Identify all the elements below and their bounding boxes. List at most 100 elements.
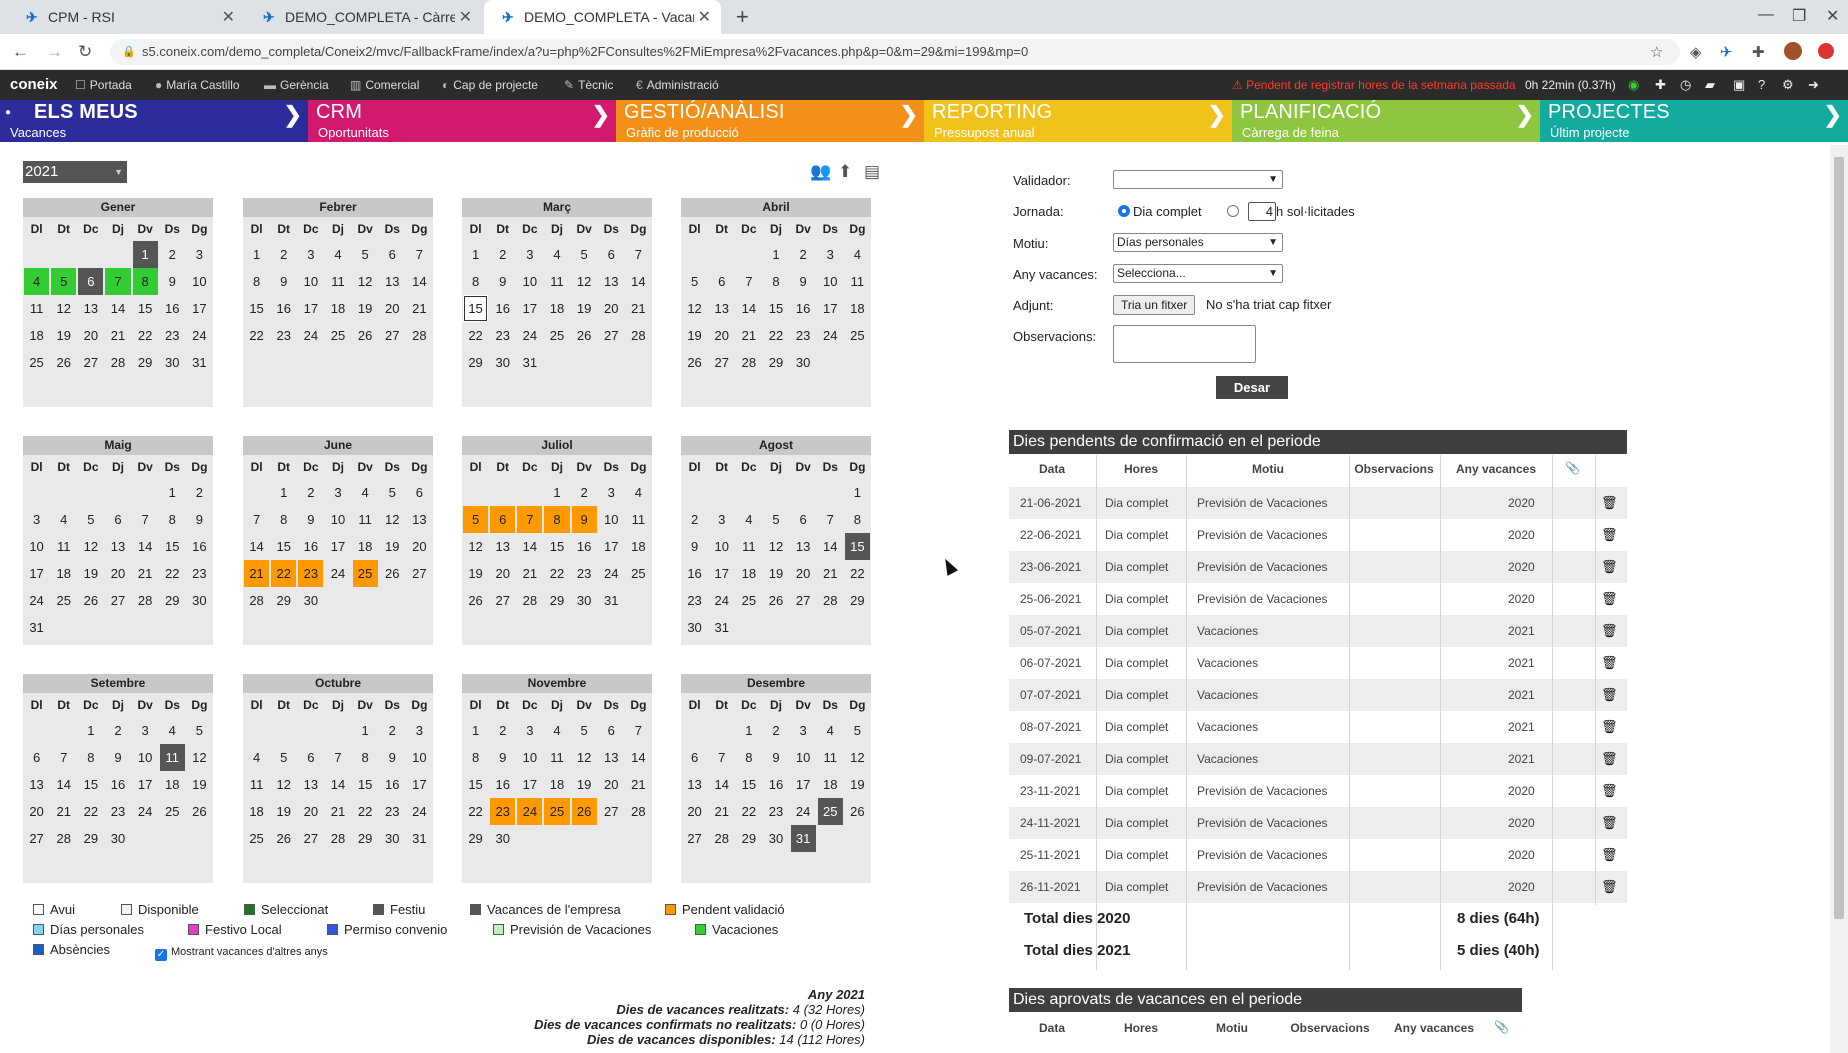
calendar-day[interactable]: 17: [599, 533, 624, 560]
table-row[interactable]: 24-11-2021 Dia complet Previsión de Vacaci…: [1009, 807, 1627, 839]
status-circle-icon[interactable]: ◉: [1628, 77, 1639, 93]
browser-tab-active[interactable]: ✈ DEMO_COMPLETA - Vacan ✕: [484, 0, 721, 34]
calendar-day[interactable]: 17: [187, 295, 212, 322]
delete-trash-icon[interactable]: 🗑: [1601, 751, 1618, 767]
calendar-day[interactable]: 16: [572, 533, 597, 560]
calendar-day[interactable]: 4: [24, 268, 50, 295]
delete-trash-icon[interactable]: 🗑: [1601, 815, 1618, 831]
calendar-day[interactable]: 9: [271, 268, 296, 295]
calendar-day[interactable]: 21: [818, 560, 843, 587]
calendar-day[interactable]: 14: [105, 295, 130, 322]
calendar-day[interactable]: 4: [160, 717, 185, 744]
calendar-day[interactable]: 19: [845, 771, 870, 798]
calendar-day[interactable]: 10: [599, 506, 624, 533]
calendar-day[interactable]: 3: [133, 717, 158, 744]
calendar-day[interactable]: 1: [271, 479, 296, 506]
radio-selected[interactable]: [1118, 205, 1130, 217]
calendar-day[interactable]: 24: [325, 560, 350, 587]
calendar-day[interactable]: 2: [380, 717, 405, 744]
calendar-day[interactable]: 21: [325, 798, 350, 825]
calendar-day[interactable]: 18: [544, 771, 569, 798]
calendar-day[interactable]: 27: [298, 825, 323, 852]
calendar-day[interactable]: 17: [325, 533, 350, 560]
calendar-day[interactable]: 23: [763, 798, 788, 825]
calendar-day[interactable]: 1: [763, 241, 788, 268]
settings-gear-icon[interactable]: ⚙: [1782, 77, 1794, 93]
calendar-day[interactable]: 20: [490, 560, 515, 587]
calendar-day[interactable]: 25: [24, 349, 49, 376]
calendar-day[interactable]: 18: [736, 560, 761, 587]
calendar-day[interactable]: 10: [298, 268, 323, 295]
calendar-day[interactable]: 26: [353, 322, 378, 349]
calendar-day[interactable]: 3: [599, 479, 624, 506]
full-day-radio[interactable]: Dia complet: [1118, 204, 1202, 219]
calendar-day[interactable]: 26: [682, 349, 707, 376]
calendar-day[interactable]: 8: [736, 744, 761, 771]
calendar-day[interactable]: 13: [599, 744, 624, 771]
calendar-day[interactable]: 17: [517, 771, 542, 798]
calendar-day[interactable]: 24: [187, 322, 212, 349]
calendar-day[interactable]: 19: [463, 560, 488, 587]
calendar-day[interactable]: 19: [763, 560, 788, 587]
calendar-day[interactable]: 28: [105, 349, 130, 376]
column-header[interactable]: Motiu: [1188, 462, 1348, 476]
calendar-day[interactable]: 4: [818, 717, 843, 744]
table-row[interactable]: 06-07-2021 Dia complet Vacaciones 2021: [1009, 647, 1627, 679]
calendar-day[interactable]: 14: [244, 533, 269, 560]
calendar-day[interactable]: 5: [271, 744, 296, 771]
calendar-day[interactable]: 12: [353, 268, 378, 295]
calendar-day[interactable]: 24: [517, 322, 542, 349]
calendar-day[interactable]: 6: [490, 506, 516, 533]
calendar-day[interactable]: 3: [517, 241, 542, 268]
delete-trash-icon[interactable]: 🗑: [1601, 623, 1618, 639]
calendar-day[interactable]: 13: [682, 771, 707, 798]
calendar-day[interactable]: 1: [845, 479, 870, 506]
calendar-day[interactable]: 11: [353, 506, 378, 533]
calendar-day[interactable]: 13: [105, 533, 130, 560]
calendar-day[interactable]: 18: [818, 771, 843, 798]
calendar-day[interactable]: 21: [517, 560, 542, 587]
calendar-day[interactable]: 26: [463, 587, 488, 614]
calendar-day[interactable]: 3: [709, 506, 734, 533]
calendar-day[interactable]: 27: [24, 825, 49, 852]
calendar-day[interactable]: 2: [160, 241, 185, 268]
motiu-select[interactable]: Días personales ▼: [1113, 233, 1283, 252]
calendar-day[interactable]: 27: [599, 798, 624, 825]
calendar-day[interactable]: 4: [244, 744, 269, 771]
calendar-day[interactable]: 11: [244, 771, 269, 798]
module-subtitle[interactable]: Gràfic de producció: [626, 125, 739, 140]
calendar-day[interactable]: 16: [105, 771, 130, 798]
delete-trash-icon[interactable]: 🗑: [1601, 687, 1618, 703]
calendar-day[interactable]: 28: [818, 587, 843, 614]
calendar-day[interactable]: 21: [626, 771, 651, 798]
calendar-day[interactable]: 5: [845, 717, 870, 744]
calendar-day[interactable]: 16: [271, 295, 296, 322]
calendar-day[interactable]: 18: [51, 560, 76, 587]
calendar-day[interactable]: 1: [544, 479, 569, 506]
table-row[interactable]: 23-06-2021 Dia complet Previsión de Vacaci…: [1009, 551, 1627, 583]
calendar-day[interactable]: 24: [24, 587, 49, 614]
calendar-day[interactable]: 10: [133, 744, 158, 771]
calendar-day[interactable]: 7: [407, 241, 432, 268]
save-button[interactable]: Desar: [1216, 376, 1288, 399]
calendar-day[interactable]: 20: [78, 322, 103, 349]
hours-radio[interactable]: 4h sol·licitades: [1227, 202, 1355, 221]
calendar-day[interactable]: 31: [790, 825, 816, 852]
calendar-day[interactable]: 6: [380, 241, 405, 268]
calendar-day[interactable]: 22: [160, 560, 185, 587]
module-projectes[interactable]: PROJECTES Últim projecte ❯: [1540, 100, 1848, 142]
calendar-day[interactable]: 16: [763, 771, 788, 798]
calendar-day[interactable]: 19: [682, 322, 707, 349]
calendar-day[interactable]: 20: [599, 771, 624, 798]
calendar-day[interactable]: 30: [490, 349, 515, 376]
calendar-day[interactable]: 23: [791, 322, 816, 349]
calendar-day[interactable]: 29: [463, 349, 488, 376]
calendar-day[interactable]: 28: [626, 322, 651, 349]
calendar-day[interactable]: 19: [572, 771, 597, 798]
column-header[interactable]: Data: [1002, 1021, 1102, 1035]
calendar-day[interactable]: 10: [187, 268, 212, 295]
any-vacances-select[interactable]: Selecciona... ▼: [1113, 264, 1283, 283]
calendar-day[interactable]: 28: [133, 587, 158, 614]
calendar-day[interactable]: 12: [763, 533, 788, 560]
table-row[interactable]: 08-07-2021 Dia complet Vacaciones 2021: [1009, 711, 1627, 743]
